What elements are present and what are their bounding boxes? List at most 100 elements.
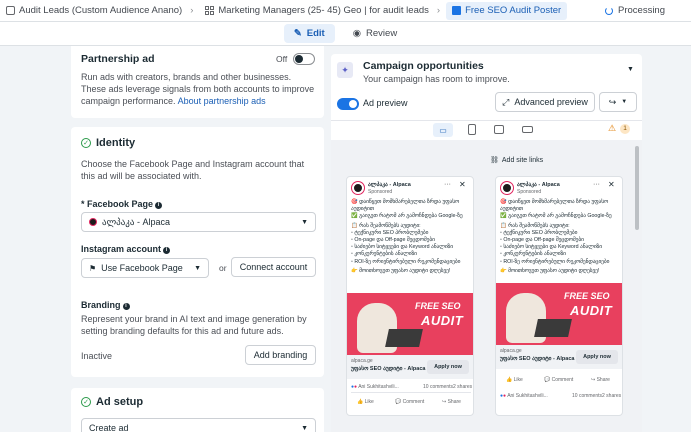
branding-label: Branding xyxy=(81,300,121,310)
identity-title: Identity xyxy=(96,137,136,149)
landscape-view-icon[interactable] xyxy=(522,126,533,133)
share-icon: ↪ xyxy=(442,399,447,405)
preview-scrollbar[interactable] xyxy=(635,146,639,230)
advanced-preview-button[interactable]: ⤢ Advanced preview xyxy=(495,92,595,112)
breadcrumb-campaign-label: Audit Leads (Custom Audience Anano) xyxy=(19,5,183,16)
love-reaction-icon: ● xyxy=(354,384,358,390)
partnership-ad-card: Partnership ad Off Run ads with creators… xyxy=(71,46,324,118)
laptop-illustration xyxy=(534,319,572,337)
tab-review[interactable]: ◉ Review xyxy=(343,24,407,43)
ad-preview-card-feed: ალპაკა - Alpaca Sponsored ··· ✕ 🎯 დაიწყე… xyxy=(346,176,474,416)
branding-label-row: Branding i xyxy=(81,300,130,310)
share-label: Share xyxy=(596,377,610,383)
ad-setup-header: ✓ Ad setup xyxy=(81,396,143,408)
divider xyxy=(331,120,642,121)
add-branding-button[interactable]: Add branding xyxy=(245,345,316,365)
share-arrow-icon: ↪ xyxy=(608,96,617,107)
link-icon: ⛓ xyxy=(490,157,499,164)
opportunities-title: Campaign opportunities xyxy=(363,60,484,72)
desktop-view-icon[interactable]: ▭ xyxy=(433,123,453,137)
comment-button[interactable]: 💬 Comment xyxy=(544,377,573,383)
instagram-account-select[interactable]: ⚑ Use Facebook Page ▼ xyxy=(81,258,209,278)
add-site-links-label: Add site links xyxy=(501,156,544,164)
partnership-toggle[interactable] xyxy=(293,53,315,65)
ad-line: 🎯 დაიწყეთ მომხმარებელთა ზრდა უფასო აუდიტ… xyxy=(500,199,609,213)
identity-description: Choose the Facebook Page and Instagram a… xyxy=(81,159,305,181)
ad-link-bar[interactable]: alpaca.ge უფასო SEO აუდიტი - Alpaca Appl… xyxy=(347,355,473,379)
ad-setup-card: ✓ Ad setup Create ad ▼ xyxy=(71,388,324,432)
tab-edit[interactable]: ✎ Edit xyxy=(283,24,335,43)
comment-label: Comment xyxy=(551,377,574,383)
more-icon[interactable]: ··· xyxy=(593,181,600,188)
page-avatar xyxy=(352,182,364,194)
breadcrumb-campaign[interactable]: Audit Leads (Custom Audience Anano) › xyxy=(0,5,199,16)
ad-page-name: ალპაკა - Alpaca xyxy=(368,182,411,188)
add-site-links-button[interactable]: ⛓ Add site links xyxy=(490,156,544,164)
chevron-down-icon[interactable]: ▼ xyxy=(627,66,634,73)
sparkle-icon: ✦ xyxy=(337,62,353,78)
tab-review-label: Review xyxy=(366,28,398,39)
instagram-label-row: Instagram account i xyxy=(81,244,171,254)
ad-preview-toggle[interactable] xyxy=(337,98,359,110)
comment-button[interactable]: 💬 Comment xyxy=(395,399,424,405)
like-button[interactable]: 👍 Like xyxy=(506,377,523,383)
share-label: Share xyxy=(447,399,461,405)
apply-now-button[interactable]: Apply now xyxy=(576,350,618,364)
warning-icon[interactable]: ⚠ xyxy=(608,123,616,134)
breadcrumb-ad[interactable]: Free SEO Audit Poster xyxy=(446,1,568,20)
facebook-page-label: * Facebook Page xyxy=(81,199,154,209)
eye-icon: ◉ xyxy=(352,28,362,39)
connect-account-button[interactable]: Connect account xyxy=(231,257,316,277)
ad-line: 🎯 დაიწყეთ მომხმარებელთა ზრდა უფასო აუდიტ… xyxy=(351,199,460,213)
mode-tabs: ✎ Edit ◉ Review xyxy=(0,22,691,46)
ad-sponsored: Sponsored xyxy=(517,189,542,195)
like-button[interactable]: 👍 Like xyxy=(357,399,374,405)
tablet-view-icon[interactable] xyxy=(494,125,504,134)
ad-headline: უფასო SEO აუდიტი - Alpaca xyxy=(500,356,575,362)
close-icon[interactable]: ✕ xyxy=(459,180,466,189)
warning-count-badge: 1 xyxy=(620,124,630,134)
info-icon[interactable]: i xyxy=(122,303,130,310)
ad-sponsored: Sponsored xyxy=(368,189,393,195)
partnership-title: Partnership ad xyxy=(81,53,155,65)
breadcrumb-adset[interactable]: Marketing Managers (25- 45) Geo | for au… xyxy=(199,5,446,16)
ad-line: ▫ ROI-ზე ორიენტირებული რეკომენდაციები xyxy=(351,258,461,265)
share-preview-button[interactable]: ↪ ▼ xyxy=(599,92,637,112)
share-count: 2 shares xyxy=(453,384,473,390)
instagram-account-value: Use Facebook Page xyxy=(101,263,183,273)
ad-line: ▫ კონკურენტების ანალიზი xyxy=(351,251,417,258)
chevron-down-icon: ▼ xyxy=(194,264,201,272)
close-icon[interactable]: ✕ xyxy=(608,180,615,189)
tab-edit-label: Edit xyxy=(306,28,325,39)
ad-link-bar[interactable]: alpaca.ge უფასო SEO აუდიტი - Alpaca Appl… xyxy=(496,345,622,369)
info-icon[interactable]: i xyxy=(163,247,171,254)
ad-line: ▫ კონკურენტების ანალიზი xyxy=(500,251,566,258)
divider xyxy=(351,392,471,393)
more-icon[interactable]: ··· xyxy=(444,181,451,188)
ad-line: 👉 მოითხოვეთ უფასო აუდიტი დღესვე! xyxy=(500,267,600,274)
ad-text: 🎯 დაიწყეთ მომხმარებელთა ზრდა უფასო აუდიტ… xyxy=(500,199,620,275)
ad-line: ▫ ტექნიკური SEO პრობლემები xyxy=(500,229,578,236)
mobile-view-icon[interactable] xyxy=(468,124,476,135)
check-circle-icon: ✓ xyxy=(81,138,91,148)
facebook-page-value: ალპაკა - Alpaca xyxy=(102,216,170,227)
facebook-page-select[interactable]: ალპაკა - Alpaca ▼ xyxy=(81,212,316,232)
chevron-right-icon: › xyxy=(436,5,441,16)
info-icon[interactable]: i xyxy=(155,202,163,209)
preview-panel: ✦ Campaign opportunities Your campaign h… xyxy=(331,54,642,432)
comment-label: Comment xyxy=(402,399,425,405)
creative-line1: FREE SEO xyxy=(415,301,461,311)
preview-canvas: ⛓ Add site links ალპაკა - Alpaca Sponsor… xyxy=(331,140,642,432)
thumb-icon: 👍 xyxy=(357,399,364,405)
comment-count: 10 comments xyxy=(423,384,454,390)
chevron-down-icon: ▼ xyxy=(621,99,628,105)
advanced-preview-label: Advanced preview xyxy=(514,97,588,107)
reactions: ●● Ani Sukhitashvili... xyxy=(500,393,548,399)
share-button[interactable]: ↪ Share xyxy=(591,377,610,383)
apply-now-button[interactable]: Apply now xyxy=(427,360,469,374)
chevron-down-icon: ▼ xyxy=(301,218,308,226)
ad-setup-select[interactable]: Create ad ▼ xyxy=(81,418,316,432)
share-button[interactable]: ↪ Share xyxy=(442,399,461,405)
partnership-link[interactable]: About partnership ads xyxy=(178,96,266,106)
ad-text: 🎯 დაიწყეთ მომხმარებელთა ზრდა უფასო აუდიტ… xyxy=(351,199,471,275)
